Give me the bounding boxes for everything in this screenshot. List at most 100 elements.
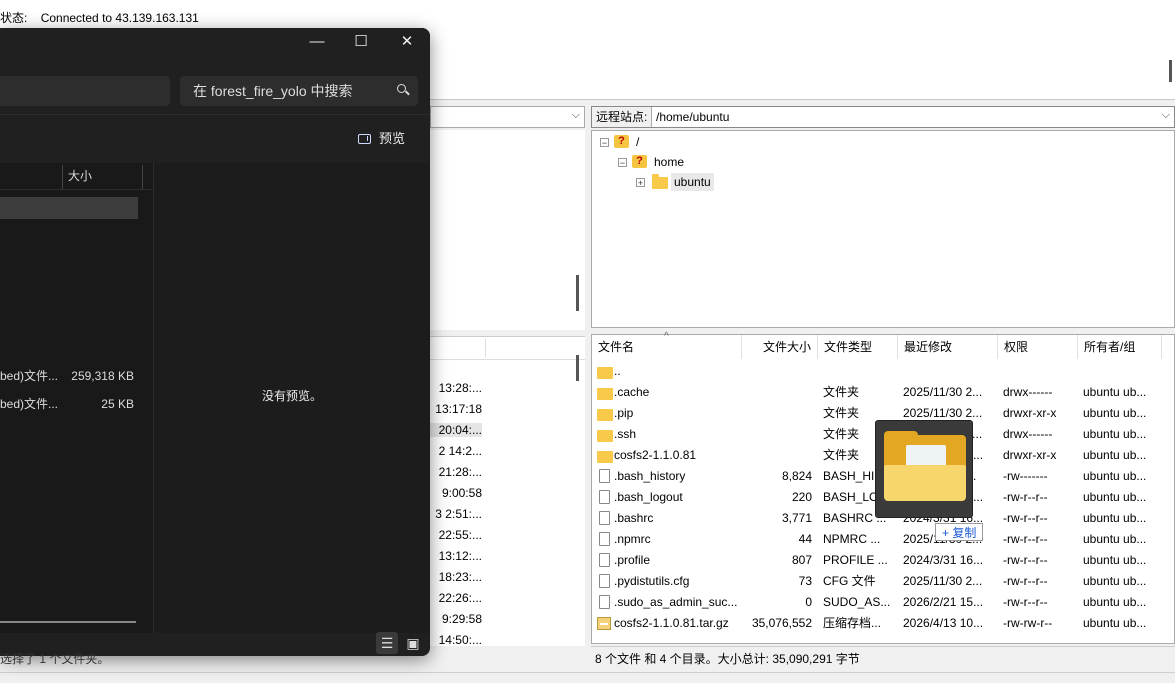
tiles-view-button[interactable]: ▣ (402, 632, 424, 654)
cell-name: .profile (614, 553, 651, 567)
local-tree[interactable] (430, 130, 585, 330)
list-item[interactable]: bed)文件... 259,318 KB (0, 365, 150, 387)
remote-site-input[interactable]: /home/ubuntu (656, 107, 729, 127)
cell-owner: ubuntu ub... (1083, 469, 1147, 483)
table-row[interactable]: .pydistutils.cfg 73 CFG 文件 2025/11/30 2... -… (592, 571, 1175, 592)
selected-row[interactable] (0, 197, 138, 219)
table-row[interactable]: .npmrc44NPMRC ...2025/11/30 2...-rw-r--r… (592, 529, 1175, 550)
preview-label: 预览 (379, 131, 406, 146)
cell-owner: ubuntu ub... (1083, 511, 1147, 525)
explorer-file-list[interactable]: 大小 bed)文件... 259,318 KB bed)文件... 25 KB (0, 163, 154, 633)
local-list-item[interactable]: 9:00:58 (430, 486, 482, 500)
close-button[interactable]: ✕ (384, 28, 430, 58)
cell-perms: drwx------ (1003, 385, 1053, 399)
drag-preview (875, 420, 973, 518)
file-explorer-window[interactable]: — ☐ ✕ 在 forest_fire_yolo 中搜索 预览 大小 bed)文… (0, 28, 430, 656)
cell-name: .pip (614, 406, 634, 420)
local-list-item[interactable]: 21:28:... (430, 465, 482, 479)
local-list-item[interactable]: 13:12:... (430, 549, 482, 563)
local-list-item[interactable]: 22:26:... (430, 591, 482, 605)
column-header-owner[interactable]: 所有者/组 (1078, 335, 1162, 359)
folder-icon (597, 388, 613, 400)
horizontal-scrollbar[interactable] (0, 621, 136, 623)
local-list-item[interactable]: 13:17:18 (430, 402, 482, 416)
local-list-item[interactable]: 18:23:... (430, 570, 482, 584)
cell-owner: ubuntu ub... (1083, 574, 1147, 588)
cell-perms: -rw-r--r-- (1003, 553, 1048, 567)
local-list-item[interactable]: 13:28:... (430, 381, 482, 395)
table-row[interactable]: .profile 807 PROFILE ... 2024/3/31 16... -rw… (592, 550, 1175, 571)
table-row[interactable]: .. (592, 361, 1175, 382)
column-header-permissions[interactable]: 权限 (998, 335, 1078, 359)
table-row[interactable]: .sudo_as_admin_suc... 0 SUDO_AS... 2026/2/2… (592, 592, 1175, 613)
column-header-size[interactable]: 文件大小 (742, 335, 818, 359)
cell-type: NPMRC ... (823, 532, 881, 546)
cell-type: 文件夹 (823, 385, 860, 399)
local-list-item[interactable]: 20:04:... (430, 423, 482, 437)
file-name: bed)文件... (0, 397, 59, 411)
table-row[interactable]: .cache 文件夹 2025/11/30 2... drwx------ ubuntu… (592, 382, 1175, 403)
cell-type: SUDO_AS... (823, 595, 891, 609)
maximize-button[interactable]: ☐ (338, 28, 384, 58)
remote-status-bar: 8 个文件 和 4 个目录。大小总计: 35,090,291 字节 (591, 646, 1175, 670)
cell-size: 807 (791, 553, 812, 567)
file-size: 25 KB (101, 397, 134, 411)
search-icon[interactable] (397, 84, 406, 93)
local-tree-scrollbar[interactable] (576, 275, 579, 311)
local-list-item[interactable]: 2 14:2... (430, 444, 482, 458)
tree-node-root[interactable]: − ? / (600, 133, 660, 151)
status-log-line: 状态: Connected to 43.139.163.131 (0, 9, 199, 26)
search-box[interactable]: 在 forest_fire_yolo 中搜索 (180, 76, 418, 106)
local-site-combo[interactable]: ⌵ (430, 106, 585, 128)
local-list-item[interactable]: 14:50:... (430, 633, 482, 647)
collapse-icon[interactable]: − (618, 158, 627, 168)
cell-modified: 2025/11/30 2... (903, 385, 983, 399)
details-view-button[interactable]: ☰ (376, 632, 398, 654)
cell-modified: 2026/2/21 15... (903, 595, 984, 609)
explorer-title-bar[interactable]: — ☐ ✕ (0, 28, 430, 66)
local-list-header (430, 337, 585, 360)
column-header-modified[interactable]: 最近修改 (898, 335, 998, 359)
cell-owner: ubuntu ub... (1083, 595, 1147, 609)
folder-icon (652, 174, 668, 189)
expand-icon[interactable]: + (636, 178, 645, 188)
remote-tree[interactable]: − ? / − ? home + ubuntu (591, 130, 1175, 328)
local-file-list[interactable]: 13:28:... 13:17:18 20:04:... 2 14:2... 21:28… (430, 336, 585, 647)
tree-node-ubuntu[interactable]: + ubuntu (636, 173, 721, 191)
list-item[interactable]: bed)文件... 25 KB (0, 393, 150, 415)
cell-perms: -rw-r--r-- (1003, 532, 1048, 546)
tree-node-home[interactable]: − ? home (618, 153, 698, 171)
file-size: 259,318 KB (71, 369, 134, 383)
preview-pane-button[interactable]: 预览 (358, 129, 405, 149)
local-list-item[interactable]: 3 2:51:... (430, 507, 482, 521)
cell-owner: ubuntu ub... (1083, 532, 1147, 546)
column-header-type[interactable]: 文件类型 (818, 335, 898, 359)
cell-type: 压缩存档... (823, 616, 882, 630)
table-row[interactable]: cosfs2-1.1.0.81.tar.gz 35,076,552 压缩存档... 2… (592, 613, 1175, 634)
folder-icon (597, 409, 613, 421)
collapse-icon[interactable]: − (600, 138, 609, 148)
cell-size: 0 (805, 595, 812, 609)
column-header-size[interactable]: 大小 (68, 163, 92, 189)
preview-pane-icon (358, 134, 371, 144)
no-preview-text: 没有预览。 (261, 389, 322, 403)
cell-perms: -rw-rw-r-- (1003, 616, 1053, 630)
cell-perms: -rw-r--r-- (1003, 595, 1048, 609)
search-placeholder: 在 forest_fire_yolo 中搜索 (193, 83, 353, 99)
minimize-button[interactable]: — (294, 28, 340, 58)
cell-owner: ubuntu ub... (1083, 427, 1147, 441)
chevron-down-icon[interactable]: ⌵ (1162, 109, 1170, 122)
cell-owner: ubuntu ub... (1083, 490, 1147, 504)
local-list-item[interactable]: 9:29:58 (430, 612, 482, 626)
address-bar[interactable] (0, 76, 170, 106)
remote-site-label: 远程站点: (592, 107, 653, 127)
local-list-item[interactable]: 22:55:... (430, 528, 482, 542)
status-log-scrollbar[interactable] (1169, 60, 1172, 82)
question-folder-icon: ? (632, 155, 647, 168)
chevron-down-icon[interactable]: ⌵ (572, 109, 580, 122)
explorer-toolbar: 预览 (0, 115, 430, 164)
file-name: bed)文件... (0, 369, 59, 383)
cell-perms: drwxr-xr-x (1003, 406, 1057, 420)
tree-node-label: / (636, 135, 640, 149)
local-list-scrollbar[interactable] (576, 355, 579, 381)
